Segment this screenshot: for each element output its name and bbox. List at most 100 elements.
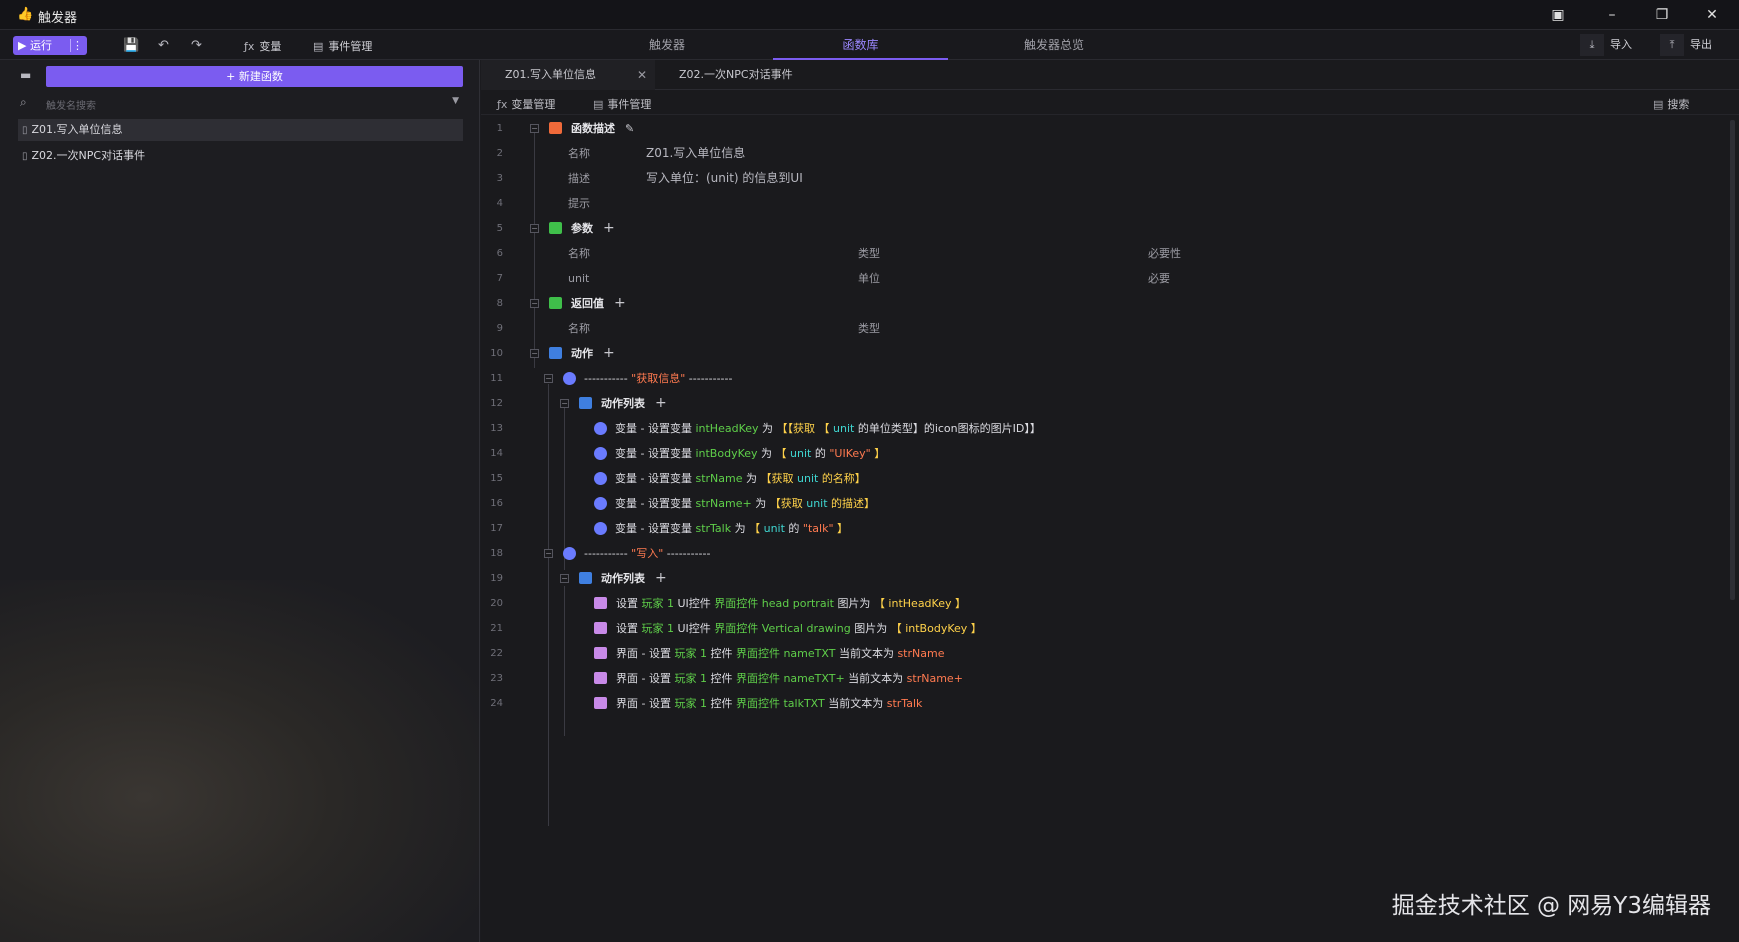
variable-name[interactable]: intHeadKey xyxy=(695,422,758,435)
variable-ref[interactable]: strTalk xyxy=(887,697,923,710)
param-name[interactable]: unit xyxy=(568,266,589,291)
variable-name[interactable]: strName xyxy=(695,472,742,485)
variable-name[interactable]: strTalk xyxy=(695,522,731,535)
unit-ref[interactable]: unit xyxy=(764,522,785,535)
code-line[interactable]: 22 界面 - 设置 玩家 1 控件 界面控件 nameTXT 当前文本为 str… xyxy=(481,641,1731,666)
code-line[interactable]: 3 描述 写入单位：(unit) 的信息到UI xyxy=(481,166,1731,191)
code-line[interactable]: 12 − 动作列表 + xyxy=(481,391,1731,416)
bracket-text[interactable]: 【【获取 xyxy=(777,422,816,435)
code-line[interactable]: 10 − 动作 + xyxy=(481,341,1731,366)
variable-manage-button[interactable]: ƒx 变量管理 xyxy=(497,96,555,112)
edit-icon[interactable]: ✎ xyxy=(625,122,634,135)
add-icon[interactable]: + xyxy=(655,570,667,586)
add-icon[interactable]: + xyxy=(603,220,615,236)
param-required[interactable]: 必要 xyxy=(1148,266,1170,291)
variable-button[interactable]: ƒx 变量 xyxy=(244,38,281,54)
ui-control-ref[interactable]: 界面控件 talkTXT xyxy=(736,697,825,710)
function-item[interactable]: ▯ Z02.一次NPC对话事件 xyxy=(18,145,463,167)
editor-tab-z01[interactable]: Z01.写入单位信息 ✕ xyxy=(481,60,655,90)
event-manage-button[interactable]: ▤ 事件管理 xyxy=(313,38,372,54)
event-manage-sub-button[interactable]: ▤ 事件管理 xyxy=(593,96,651,112)
player-ref[interactable]: 玩家 1 xyxy=(674,672,707,685)
add-icon[interactable]: + xyxy=(603,345,615,361)
ui-control-ref[interactable]: 界面控件 nameTXT+ xyxy=(736,672,845,685)
bracket-text[interactable]: 【 intBodyKey 】 xyxy=(891,622,982,635)
string-literal[interactable]: "UIKey" xyxy=(829,447,870,460)
search-button[interactable]: ▤ 搜索 xyxy=(1653,96,1689,112)
bracket-text[interactable]: 【 intHeadKey 】 xyxy=(874,597,966,610)
player-ref[interactable]: 玩家 1 xyxy=(642,622,675,635)
tab-function-library[interactable]: 函数库 xyxy=(773,30,948,60)
code-line[interactable]: 13 变量 - 设置变量 intHeadKey 为 【【获取 【 unit 的单位… xyxy=(481,416,1731,441)
ui-control-ref[interactable]: 界面控件 head portrait xyxy=(714,597,834,610)
player-ref[interactable]: 玩家 1 xyxy=(642,597,675,610)
run-more-icon[interactable]: ⋮ xyxy=(72,36,83,55)
collapse-icon[interactable]: − xyxy=(530,299,539,308)
code-line[interactable]: 2 名称 Z01.写入单位信息 xyxy=(481,141,1731,166)
import-button[interactable]: ⤓ 导入 xyxy=(1580,34,1632,56)
code-line[interactable]: 8 − 返回值 + xyxy=(481,291,1731,316)
ui-control-ref[interactable]: 界面控件 Vertical drawing xyxy=(714,622,850,635)
code-line[interactable]: 16 变量 - 设置变量 strName+ 为 【获取 unit 的描述】 xyxy=(481,491,1731,516)
collapse-icon[interactable]: − xyxy=(544,549,553,558)
close-tab-icon[interactable]: ✕ xyxy=(637,60,647,90)
ui-control-ref[interactable]: 界面控件 nameTXT xyxy=(736,647,835,660)
code-line[interactable]: 7 unit 单位 必要 xyxy=(481,266,1731,291)
bracket-text[interactable]: 【获取 xyxy=(770,497,803,510)
undo-icon[interactable]: ↶ xyxy=(155,37,172,54)
function-name-value[interactable]: Z01.写入单位信息 xyxy=(646,141,745,166)
function-search[interactable]: ⌕ 触发名搜索 ▼ xyxy=(18,93,463,113)
unit-ref[interactable]: unit xyxy=(806,497,827,510)
code-line[interactable]: 6 名称 类型 必要性 xyxy=(481,241,1731,266)
collapse-icon[interactable]: − xyxy=(560,574,569,583)
code-line[interactable]: 5 − 参数 + xyxy=(481,216,1731,241)
bracket-text[interactable]: 【获取 xyxy=(761,472,794,485)
collapse-icon[interactable]: − xyxy=(530,124,539,133)
variable-name[interactable]: strName+ xyxy=(695,497,751,510)
code-line[interactable]: 24 界面 - 设置 玩家 1 控件 界面控件 talkTXT 当前文本为 str… xyxy=(481,691,1731,716)
restore-icon[interactable]: ❐ xyxy=(1650,4,1674,26)
run-button[interactable]: ▶ 运行 ⋮ xyxy=(13,36,87,55)
collapse-icon[interactable]: − xyxy=(560,399,569,408)
code-line[interactable]: 18 − ----------- "写入" ----------- xyxy=(481,541,1731,566)
code-line[interactable]: 11 − ----------- "获取信息" ----------- xyxy=(481,366,1731,391)
collapse-icon[interactable]: − xyxy=(530,224,539,233)
chevron-down-icon[interactable]: ▼ xyxy=(452,96,459,106)
variable-ref[interactable]: strName+ xyxy=(907,672,963,685)
code-line[interactable]: 14 变量 - 设置变量 intBodyKey 为 【 unit 的 "UIKey… xyxy=(481,441,1731,466)
variable-ref[interactable]: strName xyxy=(897,647,944,660)
collapse-icon[interactable]: − xyxy=(544,374,553,383)
function-desc-value[interactable]: 写入单位：(unit) 的信息到UI xyxy=(646,166,803,191)
code-line[interactable]: 19 − 动作列表 + xyxy=(481,566,1731,591)
unit-ref[interactable]: unit xyxy=(797,472,818,485)
search-input[interactable]: 触发名搜索 xyxy=(46,97,96,112)
export-button[interactable]: ⤒ 导出 xyxy=(1660,34,1712,56)
tab-trigger-overview[interactable]: 触发器总览 xyxy=(997,30,1111,60)
player-ref[interactable]: 玩家 1 xyxy=(674,647,707,660)
vertical-scrollbar[interactable] xyxy=(1730,120,1735,600)
variable-name[interactable]: intBodyKey xyxy=(695,447,757,460)
unit-ref[interactable]: unit xyxy=(833,422,854,435)
minimize-icon[interactable]: – xyxy=(1600,4,1624,26)
unit-ref[interactable]: unit xyxy=(790,447,811,460)
code-line[interactable]: 20 设置 玩家 1 UI控件 界面控件 head portrait 图片为 【 … xyxy=(481,591,1731,616)
param-type[interactable]: 单位 xyxy=(858,266,880,291)
string-literal[interactable]: "talk" xyxy=(803,522,834,535)
add-icon[interactable]: + xyxy=(614,295,626,311)
redo-icon[interactable]: ↷ xyxy=(188,37,205,54)
add-icon[interactable]: + xyxy=(655,395,667,411)
editor-tab-z02[interactable]: Z02.一次NPC对话事件 xyxy=(655,60,815,90)
function-item[interactable]: ▯ Z01.写入单位信息 xyxy=(18,119,463,141)
tab-trigger[interactable]: 触发器 xyxy=(610,30,724,60)
close-icon[interactable]: ✕ xyxy=(1700,4,1724,26)
collapse-icon[interactable]: − xyxy=(530,349,539,358)
code-line[interactable]: 4 提示 xyxy=(481,191,1731,216)
player-ref[interactable]: 玩家 1 xyxy=(674,697,707,710)
help-icon[interactable]: ▣ xyxy=(1546,4,1570,26)
code-line[interactable]: 21 设置 玩家 1 UI控件 界面控件 Vertical drawing 图片为… xyxy=(481,616,1731,641)
code-line[interactable]: 1 − 函数描述 ✎ xyxy=(481,116,1731,141)
save-icon[interactable]: 💾 xyxy=(123,37,140,54)
new-function-button[interactable]: + 新建函数 xyxy=(46,66,463,87)
code-line[interactable]: 9 名称 类型 xyxy=(481,316,1731,341)
code-line[interactable]: 23 界面 - 设置 玩家 1 控件 界面控件 nameTXT+ 当前文本为 st… xyxy=(481,666,1731,691)
